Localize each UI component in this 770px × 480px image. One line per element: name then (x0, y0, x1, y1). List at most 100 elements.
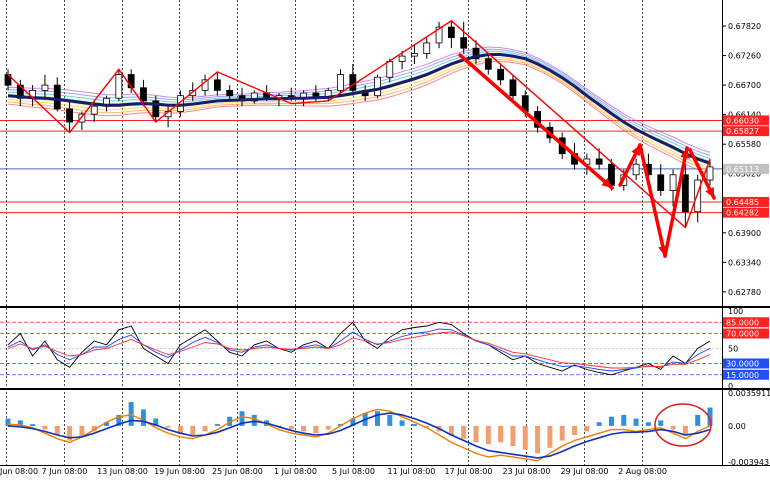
price-level-value: 0.65113 (726, 165, 759, 174)
oscillator-level-value: 70.0000 (726, 330, 759, 339)
time-tick-label: 1 Jul 08:00 (274, 467, 317, 476)
oscillator-level-value: 15.0000 (726, 371, 759, 380)
time-tick-label: 23 Jul 08:00 (503, 467, 551, 476)
histogram-bar (190, 425, 196, 436)
histogram-bar (596, 422, 602, 426)
histogram-bar (621, 414, 627, 426)
panel-separator (0, 306, 770, 308)
price-tick-label: 0.63340 (728, 258, 761, 267)
price-tick-label: 0.67260 (728, 52, 761, 61)
candle-body (349, 74, 357, 91)
histogram-bar (485, 425, 491, 445)
candle-body (312, 92, 320, 98)
histogram-bar (510, 425, 516, 447)
histogram-bar (547, 425, 553, 448)
histogram-bar (387, 414, 393, 426)
time-tick-label: 25 Jun 08:00 (212, 467, 263, 476)
chart-background (0, 0, 770, 480)
oscillator-tick-label: 100 (728, 307, 743, 316)
candle-body (632, 163, 640, 176)
candle-body (460, 37, 468, 49)
candle-body (90, 105, 98, 115)
candle-body (53, 84, 61, 110)
time-tick-label: Jun 08:00 (0, 467, 38, 476)
candle-body (78, 113, 86, 123)
histogram-bar (633, 418, 639, 426)
candle-body (497, 68, 505, 81)
time-tick-label: 11 Jul 08:00 (388, 467, 436, 476)
histogram-bar (128, 402, 134, 426)
histogram-bar (645, 422, 651, 426)
candle-body (484, 58, 492, 70)
histogram-bar (140, 409, 146, 426)
candle-body (337, 74, 344, 91)
histogram-bar (584, 425, 590, 432)
candle-body (411, 53, 418, 57)
histogram-bar (473, 425, 479, 443)
histogram-bar (214, 424, 220, 426)
histogram-tick-label: 0.0035911 (728, 389, 770, 398)
candle-body (669, 174, 677, 192)
candle-body (213, 79, 221, 91)
candle-body (657, 174, 665, 192)
histogram-bar (411, 424, 417, 426)
forex-chart-window[interactable]: Jun 08:00 7 Jun 08:00 13 Jun 08:00 19 Jun 0… (0, 0, 770, 480)
histogram-bar (165, 425, 171, 428)
histogram-tick-label: 0.00 (728, 422, 746, 431)
oscillator-tick-label: 50 (728, 345, 738, 354)
histogram-bar (251, 414, 257, 426)
histogram-bar (559, 425, 565, 441)
time-tick-label: 17 Jul 08:00 (445, 467, 493, 476)
chart-canvas[interactable]: Jun 08:00 7 Jun 08:00 13 Jun 08:00 19 Jun 0… (0, 0, 770, 480)
time-tick-label: 13 Jun 08:00 (97, 467, 148, 476)
histogram-bar (572, 425, 578, 436)
candle-body (694, 179, 702, 213)
histogram-bar (535, 425, 541, 454)
histogram-bar (313, 425, 319, 434)
candle-body (374, 76, 381, 97)
time-tick-label: 19 Jun 08:00 (154, 467, 205, 476)
candle-body (706, 166, 714, 181)
candle-body (41, 84, 49, 91)
time-tick-label: 7 Jun 08:00 (42, 467, 88, 476)
histogram-bar (325, 425, 331, 430)
time-tick-label: 29 Jul 08:00 (561, 467, 609, 476)
oscillator-level-value: 30.0000 (726, 360, 759, 369)
price-level-value: 0.64282 (726, 209, 759, 218)
price-level-value: 0.64485 (726, 198, 759, 207)
candle-body (447, 26, 455, 39)
candle-body (115, 74, 123, 99)
price-tick-label: 0.62780 (728, 288, 761, 297)
candle-body (66, 108, 73, 123)
price-level-value: 0.66030 (726, 116, 759, 125)
histogram-bar (30, 424, 36, 426)
histogram-bar (202, 425, 208, 432)
time-tick-label: 2 Aug 08:00 (618, 467, 667, 476)
histogram-bar (695, 414, 701, 426)
histogram-bar (498, 425, 504, 443)
price-tick-label: 0.67820 (728, 22, 761, 31)
histogram-bar (461, 425, 467, 439)
candle-body (140, 87, 147, 102)
histogram-tick-label: -0.003943 (728, 458, 769, 467)
histogram-bar (670, 425, 676, 430)
candle-body (386, 60, 394, 78)
histogram-bar (301, 425, 307, 432)
histogram-bar (42, 425, 48, 430)
histogram-bar (374, 411, 380, 426)
candle-body (509, 79, 517, 97)
price-tick-label: 0.65580 (728, 140, 761, 149)
histogram-bar (522, 425, 528, 450)
time-tick-label: 5 Jul 08:00 (332, 467, 375, 476)
histogram-bar (658, 420, 664, 426)
candle-body (595, 158, 603, 165)
price-tick-label: 0.66700 (728, 81, 761, 90)
oscillator-level-value: 85.0000 (726, 318, 759, 327)
histogram-bar (399, 420, 405, 426)
candle-body (398, 55, 406, 62)
candle-body (226, 89, 234, 97)
candle-body (681, 174, 689, 213)
price-tick-label: 0.63900 (728, 229, 761, 238)
histogram-bar (608, 416, 614, 426)
panel-separator (0, 388, 770, 390)
